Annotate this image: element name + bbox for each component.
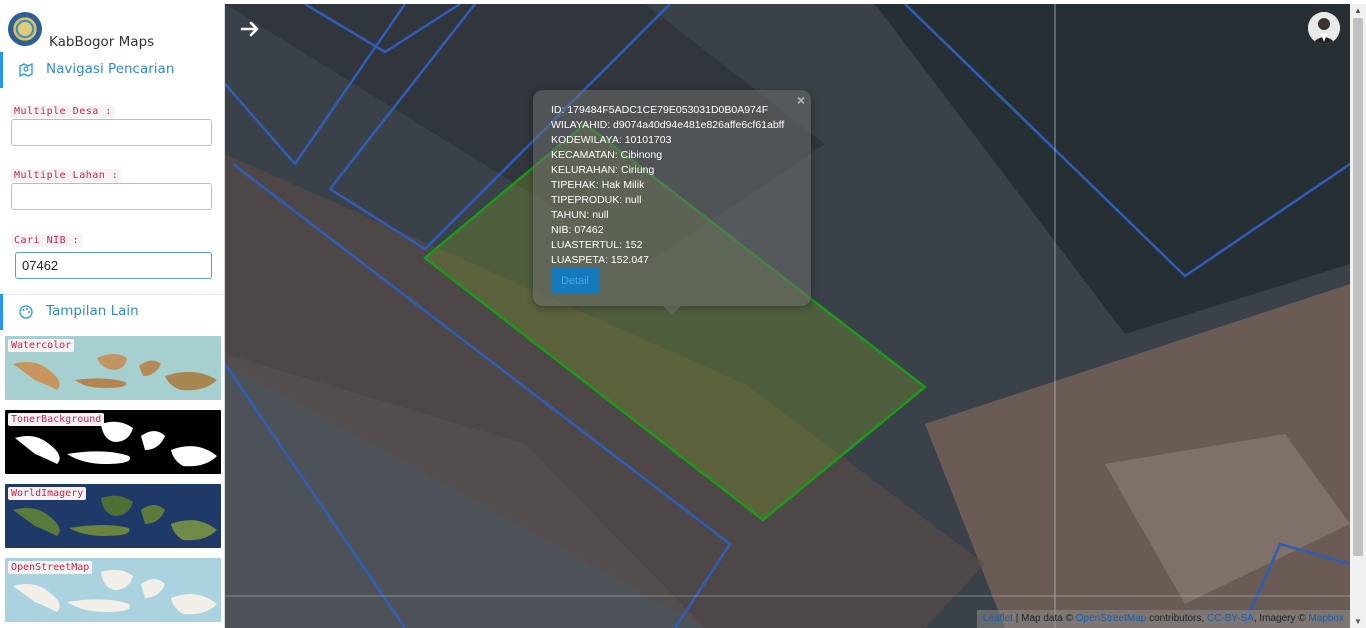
popup-row: KODEWILAYA: 10101703 — [551, 134, 672, 146]
scrollbar-thumb[interactable] — [1353, 18, 1363, 556]
layer-osm-label: OpenStreetMap — [8, 561, 93, 574]
parcel-info-popup: × ID: 179484F5ADC1CE79E053031D0B0A974F W… — [533, 90, 811, 315]
section-accent-bar — [0, 52, 3, 88]
popup-row: ID: 179484F5ADC1CE79E053031D0B0A974F — [551, 104, 769, 116]
nav-section-label: Navigasi Pencarian — [46, 61, 175, 77]
license-link[interactable]: CC-BY-SA — [1207, 613, 1254, 624]
map-canvas[interactable]: × ID: 179484F5ADC1CE79E053031D0B0A974F W… — [225, 4, 1350, 628]
mapbox-link[interactable]: Mapbox — [1308, 613, 1344, 624]
layer-toner-background[interactable]: TonerBackground — [5, 410, 221, 474]
sidebar: KabBogor Maps Navigasi Pencarian Multipl… — [0, 4, 225, 628]
popup-row: LUASPETA: 152.047 — [551, 254, 649, 266]
user-avatar[interactable] — [1308, 12, 1340, 44]
popup-row: TIPEHAK: Hak Milik — [551, 179, 645, 191]
popup-row: WILAYAHID: d9074a40d94e481e826affe6cf61a… — [551, 119, 785, 131]
map-search-icon — [18, 62, 34, 78]
nav-section-header[interactable]: Navigasi Pencarian — [0, 52, 224, 88]
arrow-right-icon[interactable] — [239, 18, 261, 40]
layer-world-imagery-label: WorldImagery — [8, 487, 87, 500]
brand: KabBogor Maps — [6, 10, 216, 52]
layer-toner-label: TonerBackground — [8, 413, 105, 426]
layer-openstreetmap[interactable]: OpenStreetMap — [5, 558, 221, 622]
other-section-label: Tampilan Lain — [46, 303, 139, 319]
cari-nib-input[interactable] — [15, 252, 212, 279]
popup-row: KECAMATAN: Cibinong — [551, 149, 663, 161]
multiple-desa-label: Multiple Desa : — [11, 105, 115, 118]
popup-row: KELURAHAN: Ciriung — [551, 164, 655, 176]
layer-watercolor[interactable]: Watercolor — [5, 336, 221, 400]
attribution-text: , Imagery © — [1253, 613, 1309, 624]
scroll-up-icon[interactable]: ▲ — [1354, 6, 1362, 15]
layer-world-imagery[interactable]: WorldImagery — [5, 484, 221, 548]
palette-icon — [18, 304, 34, 320]
layer-watercolor-label: Watercolor — [8, 339, 75, 352]
map-attribution: Leaflet | Map data © OpenStreetMap contr… — [976, 610, 1350, 628]
multiple-lahan-label: Multiple Lahan : — [11, 169, 122, 182]
app-name: KabBogor Maps — [49, 34, 155, 50]
detail-button[interactable]: Detail — [551, 267, 599, 293]
other-section-header[interactable]: Tampilan Lain — [0, 294, 224, 330]
multiple-lahan-input[interactable] — [11, 183, 212, 210]
attribution-text: contributors, — [1146, 613, 1207, 624]
cari-nib-label: Cari NIB : — [11, 234, 83, 247]
scroll-down-icon[interactable]: ▼ — [1354, 617, 1362, 626]
leaflet-link[interactable]: Leaflet — [983, 613, 1013, 624]
popup-row: TIPEPRODUK: null — [551, 194, 642, 206]
close-icon[interactable]: × — [797, 92, 805, 108]
popup-row: TAHUN: null — [551, 209, 609, 221]
logo-icon — [8, 12, 42, 46]
multiple-desa-input[interactable] — [11, 119, 212, 146]
attribution-text: | Map data © — [1012, 613, 1076, 624]
popup-row: LUASTERTUL: 152 — [551, 239, 643, 251]
section-accent-bar — [0, 294, 3, 330]
vertical-scrollbar[interactable]: ▲ ▼ — [1350, 4, 1366, 628]
popup-attributes: ID: 179484F5ADC1CE79E053031D0B0A974F WIL… — [551, 103, 784, 268]
popup-row: NIB: 07462 — [551, 224, 604, 236]
osm-link[interactable]: OpenStreetMap — [1076, 613, 1147, 624]
